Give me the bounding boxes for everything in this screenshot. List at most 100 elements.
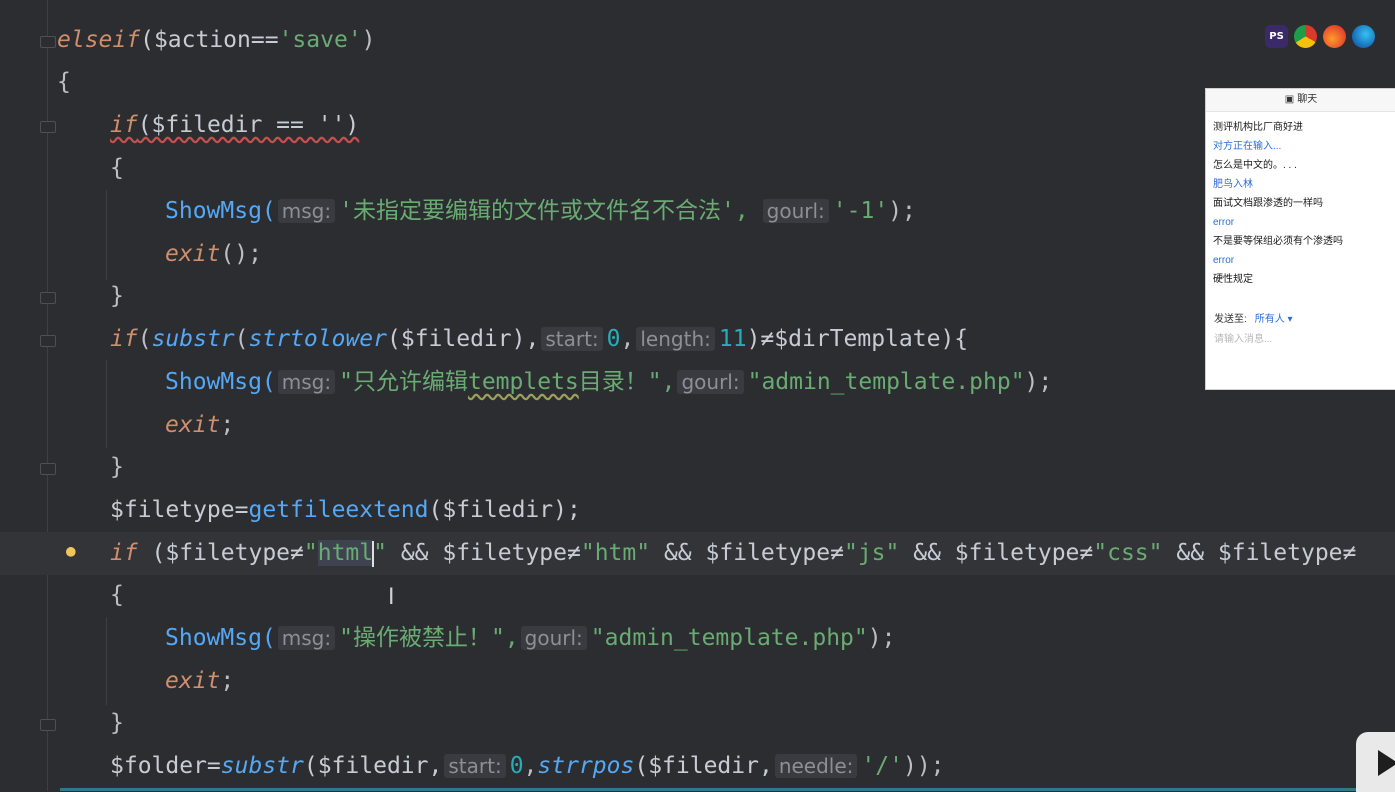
edge-icon[interactable]: [1352, 25, 1375, 48]
function-call: ShowMsg(: [165, 198, 276, 224]
code-line[interactable]: exit();: [165, 233, 262, 276]
string-literal: '/': [861, 753, 903, 779]
code-text: ,: [620, 326, 635, 352]
string-literal: "htm": [580, 540, 651, 566]
message-input[interactable]: 请输入消息...: [1214, 330, 1272, 345]
chat-message: 不是要等保组必须有个渗透吗: [1213, 236, 1343, 247]
string-literal: "css": [1093, 540, 1163, 566]
code-line[interactable]: $filetype=getfileextend($filedir);: [110, 489, 581, 532]
code-text: );: [888, 198, 916, 224]
string-literal: "admin_template.php": [590, 625, 868, 651]
chat-message[interactable]: error: [1213, 213, 1389, 232]
string-literal: '-1': [832, 198, 889, 224]
current-code-line[interactable]: if ($filetype≠"html" && $filetype≠"htm" …: [0, 532, 1395, 575]
code-text: {: [57, 69, 71, 95]
code-text: ();: [220, 241, 262, 267]
code-text: ;: [220, 412, 235, 438]
code-text: ): [361, 27, 376, 53]
keyword: exit: [165, 668, 221, 694]
string-literal: 'save': [278, 27, 362, 53]
string-literal: '未指定要编辑的文件或文件名不合法',: [339, 198, 749, 224]
fold-marker[interactable]: [40, 36, 56, 48]
fold-marker[interactable]: [40, 292, 56, 304]
firefox-icon[interactable]: [1323, 25, 1346, 48]
code-text: {: [110, 582, 124, 608]
string-literal: "admin_template.php": [747, 369, 1025, 395]
string-literal: "只允许编辑: [339, 369, 468, 395]
code-editor[interactable]: elseif($action=='save') { if($filedir ==…: [0, 0, 1395, 791]
chat-message-list: 测评机构比厂商好进 对方正在输入... 怎么是中文的。. . . 肥鸟入林 面试文档跟渗…: [1206, 112, 1395, 289]
code-line[interactable]: exit;: [165, 660, 234, 703]
code-line[interactable]: {: [57, 61, 71, 104]
string-literal: templets: [467, 369, 579, 395]
chat-title: 聊天: [1297, 94, 1318, 105]
keyword: if: [110, 326, 138, 352]
fold-marker[interactable]: [40, 335, 56, 347]
code-text: }: [110, 710, 124, 736]
selected-text: html: [317, 540, 374, 566]
code-line[interactable]: if(substr(strtolower($filedir), start: 0, l…: [110, 318, 968, 361]
code-line[interactable]: ShowMsg(msg: "只允许编辑templets目录！", gourl: "ad…: [165, 361, 1052, 404]
chat-message: 面试文档跟渗透的一样吗: [1213, 198, 1323, 209]
code-line[interactable]: }: [110, 275, 124, 318]
chat-icon: ▣: [1284, 94, 1295, 105]
code-text: ($filedir == ''): [137, 112, 360, 138]
code-line[interactable]: ShowMsg(msg: '未指定要编辑的文件或文件名不合法', gourl: '-1…: [165, 190, 916, 233]
function-call: strrpos: [537, 753, 635, 779]
gutter-separator: [47, 0, 48, 791]
code-line[interactable]: }: [110, 446, 124, 489]
chat-message[interactable]: error: [1213, 251, 1389, 270]
function-call: substr: [220, 753, 304, 779]
number-literal: 0: [509, 753, 524, 779]
code-text: ($action==: [140, 27, 279, 53]
code-text: ,: [523, 753, 538, 779]
code-line[interactable]: {: [110, 574, 124, 617]
parameter-hint: msg:: [277, 626, 336, 650]
function-call: strtolower: [248, 326, 387, 352]
string-literal: 目录！",: [578, 369, 676, 395]
indent-guide: [106, 617, 107, 705]
code-text: && $filetype≠: [650, 540, 844, 566]
indent-guide: [106, 190, 107, 280]
parameter-hint: gourl:: [677, 370, 744, 394]
lightbulb-icon[interactable]: ●: [66, 541, 76, 560]
string-literal: ": [373, 540, 387, 566]
code-line[interactable]: elseif($action=='save'): [57, 19, 376, 62]
send-to-label: 发送至:: [1214, 314, 1247, 325]
code-line[interactable]: if($filedir == ''): [110, 104, 359, 147]
function-call: ShowMsg(: [165, 625, 276, 651]
chrome-icon[interactable]: [1294, 25, 1317, 48]
fold-marker[interactable]: [40, 463, 56, 475]
code-text: );: [1024, 369, 1053, 395]
code-line[interactable]: {: [110, 147, 124, 190]
code-line[interactable]: $folder=substr($filedir, start: 0,strrpos(…: [110, 745, 945, 788]
recipient-dropdown[interactable]: 所有人 ▾: [1255, 314, 1293, 325]
code-text: && $filetype≠: [1162, 540, 1357, 566]
code-text: );: [867, 625, 896, 651]
parameter-hint: msg:: [277, 199, 336, 223]
chat-header: ▣ 聊天: [1206, 89, 1395, 112]
chat-message[interactable]: 对方正在输入...: [1213, 137, 1389, 156]
chat-message: 测评机构比厂商好进: [1213, 122, 1303, 133]
code-line[interactable]: ShowMsg(msg: "操作被禁止！", gourl: "admin_templa…: [165, 617, 895, 660]
code-text: && $filetype≠: [899, 540, 1094, 566]
phpstorm-icon[interactable]: PS: [1265, 25, 1288, 48]
parameter-hint: gourl:: [762, 199, 829, 223]
video-player-corner[interactable]: [1356, 732, 1395, 792]
chat-panel: ▣ 聊天 测评机构比厂商好进 对方正在输入... 怎么是中文的。. . . 肥鸟入林 面试…: [1205, 88, 1395, 390]
fold-marker[interactable]: [40, 121, 56, 133]
chat-message[interactable]: 肥鸟入林: [1213, 175, 1389, 194]
code-text: $folder=: [110, 753, 221, 779]
code-text: $filetype=: [110, 497, 249, 523]
fold-marker[interactable]: [40, 719, 56, 731]
parameter-hint: start:: [541, 327, 603, 351]
chat-message: 硬性规定: [1213, 274, 1253, 285]
string-literal: "操作被禁止！",: [339, 625, 519, 651]
function-call: ShowMsg(: [165, 369, 276, 395]
play-icon[interactable]: [1378, 750, 1395, 776]
code-line[interactable]: }: [110, 702, 124, 745]
parameter-hint: length:: [636, 327, 715, 351]
keyword: elseif: [57, 27, 141, 53]
text-cursor-icon: I: [388, 585, 395, 610]
code-line[interactable]: exit;: [165, 404, 234, 447]
